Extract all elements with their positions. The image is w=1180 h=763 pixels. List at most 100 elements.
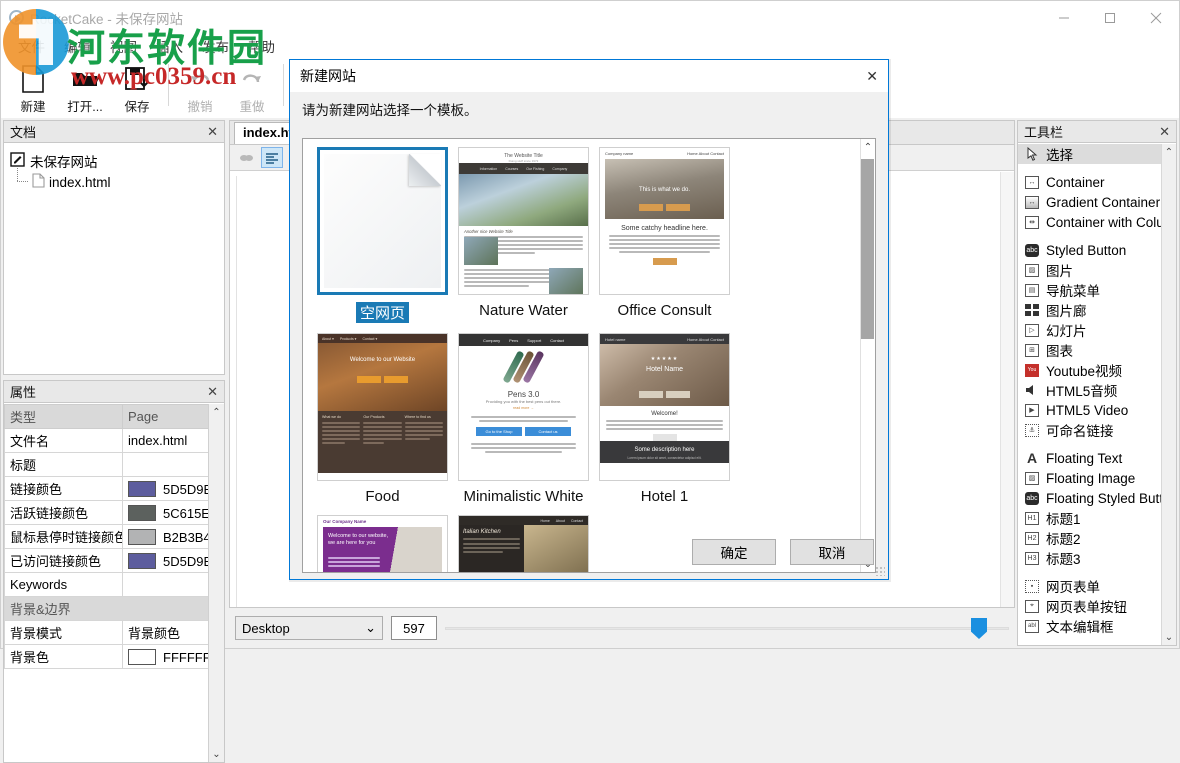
- chevron-down-icon[interactable]: ⌄: [209, 746, 224, 762]
- close-icon[interactable]: ✕: [1159, 125, 1170, 138]
- toolbar-open-button[interactable]: 打开...: [59, 60, 111, 115]
- tool-item-styled-button[interactable]: abc Styled Button: [1018, 240, 1176, 260]
- template-thumb-hotel-1[interactable]: Hotel name Home About Contact ★★★★★ Hote…: [599, 333, 730, 481]
- tool-item-floating-text[interactable]: A Floating Text: [1018, 448, 1176, 468]
- tool-item-container-with-columns[interactable]: ⇹ Container with Columns: [1018, 212, 1176, 232]
- tool-item-nav-menu[interactable]: ▤ 导航菜单: [1018, 280, 1176, 300]
- color-swatch[interactable]: [128, 552, 156, 569]
- color-swatch[interactable]: [128, 528, 156, 545]
- width-input[interactable]: 597: [391, 616, 437, 640]
- property-row-filename[interactable]: 文件名 index.html: [4, 428, 224, 453]
- documents-panel-title: 文档: [10, 125, 37, 140]
- close-icon[interactable]: ✕: [866, 68, 878, 85]
- template-thumb-food[interactable]: About ▾ Products ▾ Contact ▾ Welcome to …: [317, 333, 448, 481]
- tool-item-select[interactable]: 选择: [1018, 144, 1176, 164]
- tools-scrollbar[interactable]: ⌃ ⌄: [1161, 144, 1176, 645]
- menu-item-insert[interactable]: 插入: [147, 33, 192, 59]
- cancel-button[interactable]: 取消: [790, 539, 874, 565]
- template-thumb-office-consult[interactable]: Company name Home About Contact This is …: [599, 147, 730, 295]
- menu-item-view[interactable]: 视图: [101, 33, 146, 59]
- tool-item-heading1[interactable]: H1 标题1: [1018, 508, 1176, 528]
- property-row-bg-color[interactable]: 背景色 FFFFFF: [4, 644, 224, 669]
- resize-grip-icon[interactable]: [875, 566, 885, 576]
- tree-item-site[interactable]: 未保存网站: [8, 150, 220, 172]
- chevron-up-icon[interactable]: ⌃: [861, 139, 875, 155]
- tool-item-web-form[interactable]: ▪ 网页表单: [1018, 576, 1176, 596]
- tool-item-heading3[interactable]: H3 标题3: [1018, 548, 1176, 568]
- tool-item-container[interactable]: ↔ Container: [1018, 172, 1176, 192]
- menu-item-edit[interactable]: 编辑: [55, 33, 100, 59]
- thumb-nav: Home About Contact: [459, 516, 588, 525]
- tool-item-heading2[interactable]: H2 标题2: [1018, 528, 1176, 548]
- template-card-nature-water[interactable]: The Website Title Doing stuff since 1972…: [456, 147, 591, 323]
- template-card-minimalistic-white[interactable]: Company Pens Support Contact Pens 3.0 Pr…: [456, 333, 591, 505]
- template-card-food[interactable]: About ▾ Products ▾ Contact ▾ Welcome to …: [315, 333, 450, 505]
- tool-item-gradient-container[interactable]: ↔ Gradient Container: [1018, 192, 1176, 212]
- color-swatch[interactable]: [128, 480, 156, 497]
- template-card-hotel-1[interactable]: Hotel name Home About Contact ★★★★★ Hote…: [597, 333, 732, 505]
- thumb-button: [666, 204, 690, 211]
- thumb-hero-text: Welcome to our website, we are here for …: [328, 533, 389, 547]
- dialog-title-bar: 新建网站 ✕: [290, 60, 888, 92]
- template-thumb-nature-water[interactable]: The Website Title Doing stuff since 1972…: [458, 147, 589, 295]
- minimize-button[interactable]: [1041, 1, 1087, 34]
- close-icon[interactable]: ✕: [207, 385, 218, 398]
- tool-item-html5-video[interactable]: ▶ HTML5 Video: [1018, 400, 1176, 420]
- toolbar-undo-button[interactable]: 撤销: [174, 60, 226, 115]
- tool-item-slideshow[interactable]: ▷ 幻灯片: [1018, 320, 1176, 340]
- tool-item-html5-audio[interactable]: HTML5音频: [1018, 380, 1176, 400]
- properties-scrollbar[interactable]: ⌃ ⌄: [208, 404, 224, 762]
- tree-item-index-html[interactable]: index.html: [17, 168, 220, 192]
- close-icon[interactable]: ✕: [207, 125, 218, 138]
- template-card-blank[interactable]: 空网页: [315, 147, 450, 323]
- menu-item-help[interactable]: 帮助: [239, 33, 284, 59]
- property-row-title[interactable]: 标题: [4, 452, 224, 477]
- chevron-up-icon[interactable]: ⌃: [1162, 144, 1176, 160]
- device-select[interactable]: Desktop ⌄: [235, 616, 383, 640]
- property-row-bg-mode[interactable]: 背景模式 背景颜色: [4, 620, 224, 645]
- tool-item-gallery[interactable]: 图片廊: [1018, 300, 1176, 320]
- tool-item-image[interactable]: ▨ 图片: [1018, 260, 1176, 280]
- close-button[interactable]: [1133, 1, 1179, 34]
- width-slider-handle[interactable]: [971, 618, 987, 639]
- editor-vertical-scrollbar[interactable]: [1000, 172, 1014, 607]
- template-card-office-consult[interactable]: Company name Home About Contact This is …: [597, 147, 732, 323]
- tool-item-youtube[interactable]: You Youtube视频: [1018, 360, 1176, 380]
- template-card-colors-modern[interactable]: Our Company Name Welcome to our website,…: [315, 515, 450, 572]
- tool-item-form-button[interactable]: ⌖ 网页表单按钮: [1018, 596, 1176, 616]
- template-thumb-blank[interactable]: [317, 147, 448, 295]
- toolbar-redo-button[interactable]: 重做: [226, 60, 278, 115]
- tool-item-anchor-link[interactable]: ⚓ 可命名链接: [1018, 420, 1176, 440]
- template-thumb-minimalistic-white[interactable]: Company Pens Support Contact Pens 3.0 Pr…: [458, 333, 589, 481]
- chevron-down-icon[interactable]: ⌄: [1162, 629, 1176, 645]
- template-thumb-stylish-kitchen[interactable]: Home About Contact Italian Kitchen: [458, 515, 589, 572]
- thumb-nav-item: Home: [540, 518, 550, 523]
- menu-item-file[interactable]: 文件: [9, 33, 54, 59]
- chevron-up-icon[interactable]: ⌃: [209, 404, 224, 420]
- color-swatch[interactable]: [128, 648, 156, 665]
- property-row-hover-link-color[interactable]: 鼠标悬停时链接颜色 B2B3B4: [4, 524, 224, 549]
- scrollbar-thumb[interactable]: [861, 159, 874, 339]
- rocketcake-logo-icon: [9, 10, 24, 25]
- template-thumb-colors-modern[interactable]: Our Company Name Welcome to our website,…: [317, 515, 448, 572]
- maximize-button[interactable]: [1087, 1, 1133, 34]
- tool-item-textbox[interactable]: abl 文本编辑框: [1018, 616, 1176, 636]
- property-row-active-link-color[interactable]: 活跃链接颜色 5C615E: [4, 500, 224, 525]
- align-left-icon[interactable]: [261, 147, 283, 168]
- menu-item-publish[interactable]: 发布: [193, 33, 238, 59]
- dots-icon[interactable]: [236, 147, 258, 168]
- tool-item-floating-image[interactable]: ▨ Floating Image: [1018, 468, 1176, 488]
- ok-button[interactable]: 确定: [692, 539, 776, 565]
- color-swatch[interactable]: [128, 504, 156, 521]
- template-scrollbar[interactable]: ⌃ ⌄: [860, 139, 875, 572]
- dialog-subtitle: 请为新建网站选择一个模板。: [290, 92, 888, 126]
- tool-item-floating-styled-button[interactable]: abc Floating Styled Button: [1018, 488, 1176, 508]
- width-slider[interactable]: [445, 616, 1009, 640]
- toolbar-save-button[interactable]: 保存: [111, 60, 163, 115]
- template-card-stylish-kitchen[interactable]: Home About Contact Italian Kitchen: [456, 515, 591, 572]
- toolbar-new-button[interactable]: 新建: [7, 60, 59, 115]
- tool-item-table[interactable]: ⊞ 图表: [1018, 340, 1176, 360]
- property-row-visited-link-color[interactable]: 已访问链接颜色 5D5D9E: [4, 548, 224, 573]
- property-row-link-color[interactable]: 链接颜色 5D5D9E: [4, 476, 224, 501]
- property-row-keywords[interactable]: Keywords: [4, 572, 224, 597]
